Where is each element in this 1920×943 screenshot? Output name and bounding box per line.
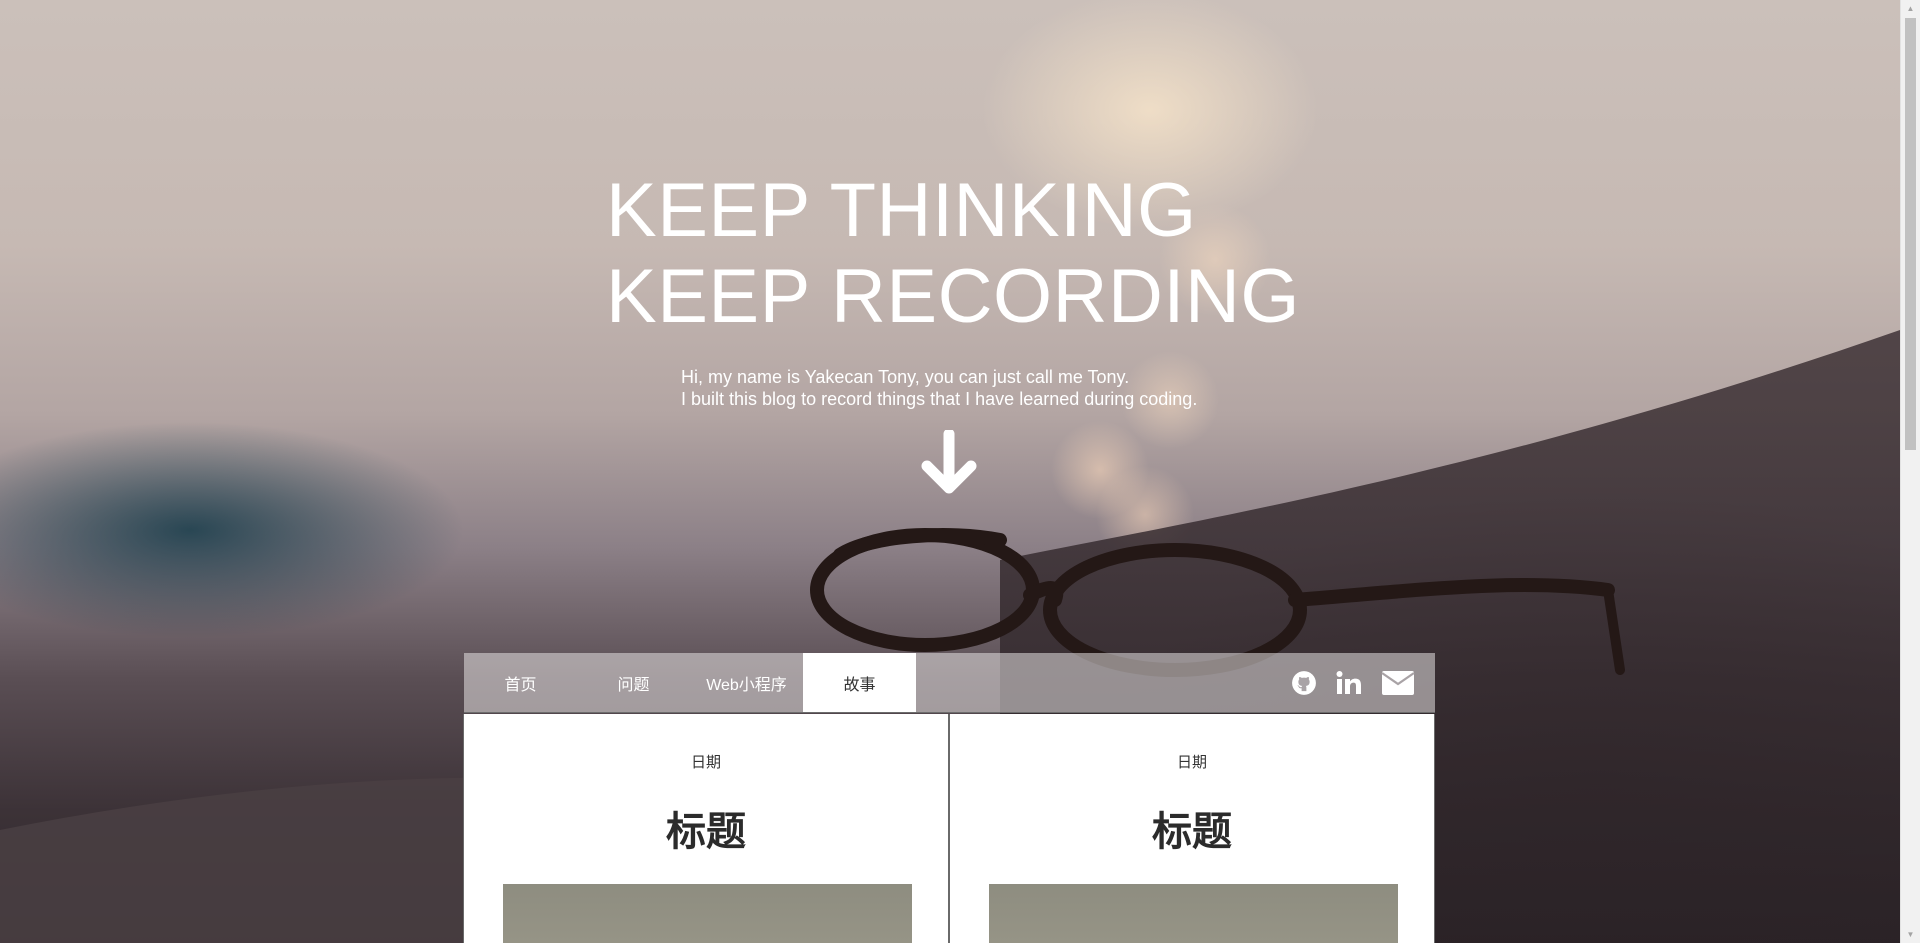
post-card[interactable]: 日期 标题 [949, 714, 1435, 943]
hero-title: KEEP THINKING KEEP RECORDING [606, 168, 1300, 340]
arrow-down-icon[interactable] [918, 430, 980, 496]
hero-intro-line-1: Hi, my name is Yakecan Tony, you can jus… [681, 367, 1130, 387]
envelope-icon[interactable] [1381, 670, 1415, 696]
page: KEEP THINKING KEEP RECORDING Hi, my name… [0, 0, 1920, 943]
social-links [1291, 653, 1435, 712]
post-date: 日期 [690, 754, 721, 771]
post-thumbnail[interactable] [503, 884, 912, 943]
linkedin-icon[interactable] [1335, 670, 1363, 696]
post-card[interactable]: 日期 标题 [463, 714, 949, 943]
hero-intro-line-2: I built this blog to record things that … [681, 389, 1198, 409]
scroll-thumb[interactable] [1905, 18, 1916, 450]
scroll-down-icon[interactable]: ▼ [1901, 926, 1920, 943]
scroll-up-icon[interactable]: ▲ [1901, 0, 1920, 17]
post-thumbnail[interactable] [989, 884, 1398, 943]
tab-home[interactable]: 首页 [464, 653, 577, 712]
post-cards: 日期 标题 日期 标题 [463, 714, 1436, 943]
main-nav: 首页 问题 Web小程序 故事 [464, 653, 1435, 713]
tab-questions[interactable]: 问题 [577, 653, 690, 712]
post-title[interactable]: 标题 [464, 799, 948, 857]
post-title[interactable]: 标题 [950, 799, 1434, 857]
post-date: 日期 [1176, 754, 1207, 771]
tab-stories[interactable]: 故事 [803, 653, 916, 712]
tab-web-apps[interactable]: Web小程序 [690, 653, 803, 712]
page-scrollbar[interactable]: ▲ ▼ [1900, 0, 1920, 943]
github-icon[interactable] [1291, 670, 1317, 696]
hero-title-line-1: KEEP THINKING [606, 168, 1197, 253]
hero-intro: Hi, my name is Yakecan Tony, you can jus… [681, 366, 1197, 410]
hero-title-line-2: KEEP RECORDING [606, 254, 1300, 339]
